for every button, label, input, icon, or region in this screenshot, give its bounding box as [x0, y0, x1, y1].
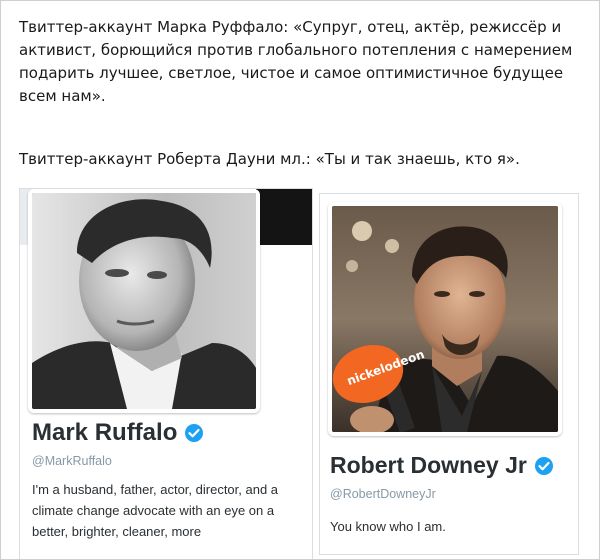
profile-card-downey: nickelodeon Robert Downey Jr @RobertDown… — [319, 193, 579, 555]
profile-card-ruffalo: Mark Ruffalo @MarkRuffalo I'm a husband,… — [19, 188, 313, 559]
profile-photo-downey: nickelodeon — [332, 206, 558, 432]
profile-photo-ruffalo — [32, 193, 256, 409]
profile-banner-dark — [256, 189, 312, 245]
article-frame: Твиттер-аккаунт Марка Руффало: «Супруг, … — [0, 0, 600, 560]
caption-downey: Твиттер-аккаунт Роберта Дауни мл.: «Ты и… — [19, 150, 520, 168]
avatar-downey[interactable]: nickelodeon — [328, 202, 562, 436]
avatar-ruffalo[interactable] — [28, 189, 260, 413]
profile-name-downey[interactable]: Robert Downey Jr — [330, 452, 554, 479]
profile-name-ruffalo[interactable]: Mark Ruffalo — [32, 419, 204, 447]
verified-badge-icon — [185, 424, 204, 442]
verified-badge-icon — [534, 456, 553, 475]
profile-name-text: Robert Downey Jr — [330, 452, 527, 478]
profile-bio-downey: You know who I am. — [330, 519, 446, 534]
profile-handle-ruffalo[interactable]: @MarkRuffalo — [32, 454, 112, 468]
profile-handle-downey[interactable]: @RobertDowneyJr — [330, 487, 436, 501]
profile-bio-ruffalo: I'm a husband, father, actor, director, … — [32, 482, 279, 539]
profile-name-text: Mark Ruffalo — [32, 419, 178, 446]
caption-ruffalo: Твиттер-аккаунт Марка Руффало: «Супруг, … — [19, 18, 573, 105]
